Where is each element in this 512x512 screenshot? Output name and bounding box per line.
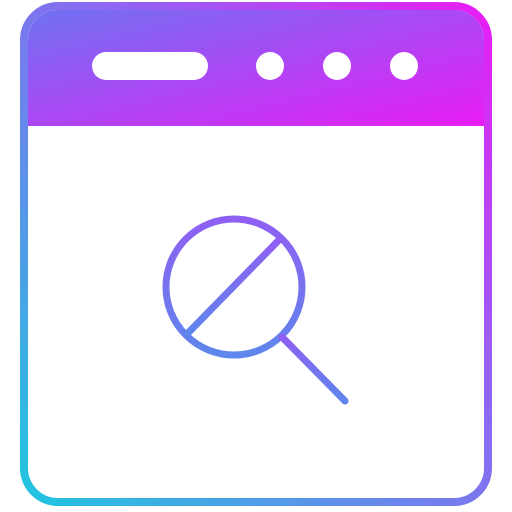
address-bar-pill [92, 52, 208, 80]
browser-window-icon [20, 2, 492, 506]
window-dot-3 [390, 52, 418, 80]
blocked-slash-icon [184, 237, 282, 337]
magnifier-handle [278, 333, 349, 405]
window-dot-1 [256, 52, 284, 80]
browser-search-blocked-icon [0, 0, 512, 512]
window-dot-2 [323, 52, 351, 80]
